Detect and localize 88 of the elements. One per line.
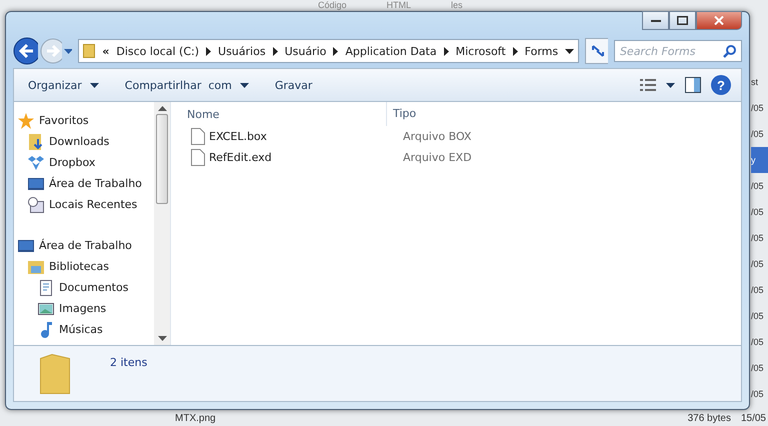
- background-column-header: les: [451, 0, 463, 11]
- minimize-icon: [650, 20, 660, 22]
- caret-icon[interactable]: [565, 48, 574, 54]
- item-count: 2 itens: [110, 356, 148, 369]
- toolbar-button[interactable]: Organizar: [22, 76, 84, 94]
- caret-icon[interactable]: [666, 82, 675, 88]
- background-cell: 376 bytes: [688, 412, 731, 424]
- search-field[interactable]: Search Forms: [614, 40, 742, 62]
- download-folder-icon: [28, 134, 44, 150]
- breadcrumb-item[interactable]: Disco local (C:): [116, 44, 200, 58]
- folder-icon: [40, 354, 70, 394]
- background-cell-fragment: /05: [751, 180, 765, 193]
- maximize-button[interactable]: [669, 11, 696, 30]
- picture-icon: [38, 300, 54, 316]
- star-icon: [18, 112, 34, 128]
- help-button[interactable]: ?: [711, 75, 731, 95]
- scroll-down-icon[interactable]: [158, 336, 166, 341]
- chevron-icon[interactable]: [206, 46, 212, 56]
- nav-item[interactable]: Área de Trabalho: [39, 239, 132, 252]
- background-column-header: HTML: [386, 0, 412, 11]
- nav-item[interactable]: Imagens: [59, 302, 106, 315]
- nav-item[interactable]: Favoritos: [39, 114, 89, 127]
- music-note-icon: [38, 322, 54, 338]
- toolbar-button[interactable]: Compartirlhar com: [118, 76, 234, 94]
- breadcrumb-item[interactable]: Application Data: [345, 44, 437, 58]
- view-options-icon[interactable]: [640, 79, 656, 91]
- preview-pane-icon[interactable]: [685, 77, 701, 93]
- nav-item[interactable]: Documentos: [59, 281, 128, 294]
- address-bar[interactable]: « Disco local (C:) Usuários Usuário Application Data Microsoft Forms: [78, 39, 580, 63]
- caret-icon[interactable]: [90, 82, 99, 88]
- breadcrumb-item[interactable]: Forms: [524, 44, 558, 58]
- background-cell: MTX.png: [175, 412, 216, 424]
- maximize-icon: [677, 16, 688, 25]
- background-cell-fragment: /05: [751, 102, 765, 115]
- nav-item[interactable]: Músicas: [59, 323, 103, 336]
- file-icon: [191, 128, 205, 145]
- search-icon[interactable]: [723, 44, 738, 58]
- monitor-icon: [28, 176, 44, 192]
- chevron-icon[interactable]: [333, 46, 338, 56]
- background-cell-fragment: st: [751, 76, 760, 89]
- nav-item[interactable]: Bibliotecas: [49, 260, 110, 273]
- scroll-thumb[interactable]: [156, 114, 168, 204]
- file-type: Arquivo BOX: [402, 130, 472, 143]
- scrollbar[interactable]: [154, 102, 170, 345]
- background-cell-fragment: /05: [751, 362, 765, 375]
- background-cell-fragment: /05: [751, 258, 765, 271]
- file-icon: [191, 149, 205, 166]
- document-icon: [38, 280, 54, 296]
- background-cell-fragment: /05: [751, 128, 765, 141]
- scroll-up-icon[interactable]: [158, 106, 166, 111]
- background-cell-fragment: y: [751, 147, 768, 173]
- background-cell-fragment: /05: [751, 284, 765, 297]
- folder-icon: [83, 44, 96, 58]
- close-icon: [714, 16, 724, 25]
- column-header[interactable]: Tipo: [386, 102, 416, 126]
- recent-places-icon: [28, 196, 44, 212]
- history-dropdown-icon[interactable]: [64, 48, 72, 54]
- background-cell-fragment: /05: [751, 336, 765, 349]
- column-header[interactable]: Nome: [171, 108, 386, 120]
- background-cell-fragment: /05: [751, 206, 765, 219]
- nav-item[interactable]: Dropbox: [49, 156, 96, 169]
- refresh-button[interactable]: [585, 38, 608, 64]
- file-name[interactable]: RefEdit.exd: [209, 151, 272, 164]
- library-icon: [28, 258, 44, 274]
- background-cell-fragment: /05: [751, 388, 765, 401]
- monitor-icon: [18, 238, 34, 254]
- minimize-button[interactable]: [642, 11, 669, 30]
- chevron-icon[interactable]: [272, 46, 278, 56]
- breadcrumb-item[interactable]: Microsoft: [456, 44, 506, 58]
- overflow-chevron[interactable]: «: [102, 44, 110, 58]
- background-cell-fragment: /05: [751, 310, 765, 323]
- file-type: Arquivo EXD: [402, 151, 472, 164]
- background-cell-fragment: /05: [751, 232, 765, 245]
- background-cell: 15/05: [740, 412, 766, 424]
- nav-item[interactable]: Locais Recentes: [49, 198, 138, 211]
- nav-item[interactable]: Downloads: [49, 135, 110, 148]
- chevron-icon[interactable]: [512, 46, 518, 56]
- back-button[interactable]: [13, 37, 38, 65]
- box-icon: [28, 154, 44, 170]
- breadcrumb-item[interactable]: Usuários: [218, 44, 266, 58]
- file-name[interactable]: EXCEL.box: [209, 130, 267, 143]
- toolbar-button[interactable]: Gravar: [268, 76, 314, 94]
- caret-icon[interactable]: [240, 82, 249, 88]
- nav-item[interactable]: Área de Trabalho: [49, 177, 142, 190]
- chevron-icon[interactable]: [444, 46, 449, 56]
- background-column-header: Código: [318, 0, 347, 11]
- close-button[interactable]: [696, 11, 742, 30]
- breadcrumb-item[interactable]: Usuário: [284, 44, 326, 58]
